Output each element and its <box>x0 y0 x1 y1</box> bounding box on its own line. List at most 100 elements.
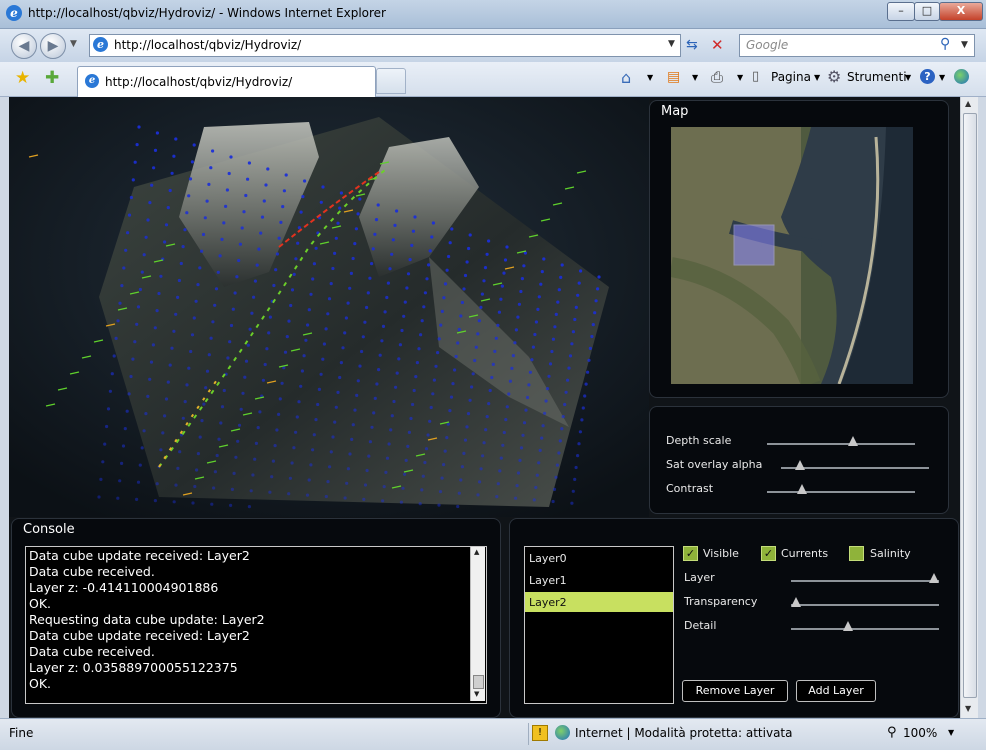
currents-checkbox[interactable]: ✓ <box>761 546 776 561</box>
search-box[interactable]: Google ⚲ ▼ <box>739 34 975 57</box>
vector-dot <box>405 286 409 290</box>
depth-scale-thumb[interactable] <box>848 436 859 446</box>
print-icon[interactable]: ⎙ <box>711 68 723 86</box>
vector-dot <box>163 240 167 244</box>
add-favorites-icon[interactable]: ✚ <box>45 68 59 88</box>
pagina-menu[interactable]: Pagina <box>771 70 811 84</box>
detail-slider[interactable] <box>791 621 939 631</box>
vector-dot <box>316 402 320 407</box>
layer-list-item-selected[interactable]: Layer2 <box>525 592 673 612</box>
maximize-button[interactable]: □ <box>914 2 940 21</box>
address-bar[interactable]: e http://localhost/qbviz/Hydroviz/ ▼ <box>89 34 681 57</box>
feeds-dropdown-icon[interactable]: ▼ <box>692 73 698 82</box>
zoom-icon[interactable]: ⚲ <box>887 725 897 740</box>
print-dropdown-icon[interactable]: ▼ <box>737 73 743 82</box>
help-icon[interactable]: ? <box>920 69 935 84</box>
vector-dot <box>198 435 202 439</box>
search-icon[interactable]: ⚲ <box>940 36 950 52</box>
vector-dot <box>231 307 235 311</box>
vector-dot <box>275 428 279 432</box>
salinity-label: Salinity <box>870 547 911 560</box>
help-dropdown-icon[interactable]: ▼ <box>939 73 945 82</box>
vector-dot <box>172 500 176 504</box>
search-input[interactable]: Google <box>746 38 788 52</box>
close-window-button[interactable]: X <box>939 2 983 21</box>
depth-scale-slider[interactable] <box>767 436 915 446</box>
new-tab-button[interactable] <box>376 68 406 94</box>
scroll-down-icon[interactable]: ▼ <box>474 690 479 698</box>
page-scroll-thumb[interactable] <box>963 113 977 698</box>
vector-dot <box>247 505 251 509</box>
page-scrollbar[interactable]: ▲ ▼ <box>960 97 978 718</box>
vector-dot <box>311 277 315 281</box>
map-viewport-indicator[interactable] <box>733 224 775 266</box>
strumenti-dropdown-icon[interactable]: ▼ <box>905 73 911 82</box>
layer-slider[interactable] <box>791 573 939 583</box>
zone-status-text[interactable]: Internet | Modalità protetta: attivata <box>575 726 792 740</box>
salinity-checkbox[interactable] <box>849 546 864 561</box>
tab-ie-icon: e <box>85 74 99 88</box>
vector-dot <box>157 291 161 296</box>
minimize-button[interactable]: – <box>887 2 915 21</box>
page-icon: e <box>93 37 108 52</box>
layer-list-item[interactable]: Layer1 <box>525 570 673 590</box>
transparency-thumb[interactable] <box>791 597 801 607</box>
vector-dot <box>284 173 288 177</box>
console-scrollbar[interactable]: ▲ ▼ <box>470 547 485 701</box>
satellite-map[interactable] <box>671 127 913 384</box>
gear-icon[interactable]: ⚙ <box>827 67 841 86</box>
stop-icon[interactable]: ✕ <box>711 36 724 54</box>
vector-dot <box>306 323 310 327</box>
pagina-dropdown-icon[interactable]: ▼ <box>814 73 820 82</box>
security-warning-icon[interactable]: ! <box>532 725 548 741</box>
tab-hydroviz[interactable]: e http://localhost/qbviz/Hydroviz/ <box>77 66 376 97</box>
tab-bar: ★ ✚ e http://localhost/qbviz/Hydroviz/ ⌂… <box>0 62 986 97</box>
vector-dot <box>471 372 475 376</box>
detail-thumb[interactable] <box>843 621 854 631</box>
sat-overlay-alpha-slider[interactable] <box>781 460 929 470</box>
layer-list-item[interactable]: Layer0 <box>525 548 673 568</box>
page-menu-icon[interactable]: ▯ <box>752 69 759 84</box>
search-options-icon[interactable]: ▼ <box>961 40 968 50</box>
add-layer-button[interactable]: Add Layer <box>796 680 876 702</box>
visible-checkbox[interactable]: ✓ <box>683 546 698 561</box>
home-icon[interactable]: ⌂ <box>621 68 631 87</box>
contrast-thumb[interactable] <box>797 484 808 494</box>
back-button[interactable]: ◀ <box>11 33 37 59</box>
remove-layer-button[interactable]: Remove Layer <box>682 680 788 702</box>
refresh-icon[interactable]: ⇆ <box>686 37 698 53</box>
page-scroll-down-icon[interactable]: ▼ <box>965 704 971 713</box>
home-dropdown-icon[interactable]: ▼ <box>647 73 653 82</box>
vector-dot <box>445 436 449 440</box>
feeds-icon[interactable]: ▤ <box>667 69 680 85</box>
contrast-slider[interactable] <box>767 484 915 494</box>
console-output[interactable]: Data cube update received: Layer2 Data c… <box>25 546 487 704</box>
address-dropdown-icon[interactable]: ▼ <box>668 39 675 49</box>
layer-list[interactable]: Layer0 Layer1 Layer2 <box>524 546 674 704</box>
vector-dot <box>203 216 207 220</box>
vector-dot <box>187 366 191 370</box>
vector-dot <box>479 305 483 309</box>
recent-pages-chevron-icon[interactable]: ▼ <box>70 39 77 49</box>
vector-dot <box>577 442 581 446</box>
page-scroll-up-icon[interactable]: ▲ <box>965 99 971 108</box>
transparency-slider[interactable] <box>791 597 939 607</box>
vector-dot <box>268 315 272 319</box>
forward-button[interactable]: ▶ <box>40 33 66 59</box>
sat-overlay-alpha-thumb[interactable] <box>794 460 805 470</box>
scroll-up-icon[interactable]: ▲ <box>474 548 479 556</box>
research-icon[interactable] <box>954 69 969 84</box>
zoom-level[interactable]: 100% <box>903 726 937 740</box>
terrain-3d-view[interactable] <box>9 97 649 517</box>
favorites-star-icon[interactable]: ★ <box>15 68 30 88</box>
vector-dot <box>555 463 560 467</box>
console-scroll-thumb[interactable] <box>473 675 484 689</box>
vector-dot <box>250 311 254 315</box>
address-text[interactable]: http://localhost/qbviz/Hydroviz/ <box>114 38 301 52</box>
status-bar: Fine ! Internet | Modalità protetta: att… <box>0 718 986 750</box>
zoom-dropdown-icon[interactable]: ▼ <box>948 728 954 737</box>
vector-dot <box>420 488 424 492</box>
layer-slider-thumb[interactable] <box>929 573 939 583</box>
strumenti-menu[interactable]: Strumenti <box>847 70 907 84</box>
console-panel: Console Data cube update received: Layer… <box>11 518 501 718</box>
